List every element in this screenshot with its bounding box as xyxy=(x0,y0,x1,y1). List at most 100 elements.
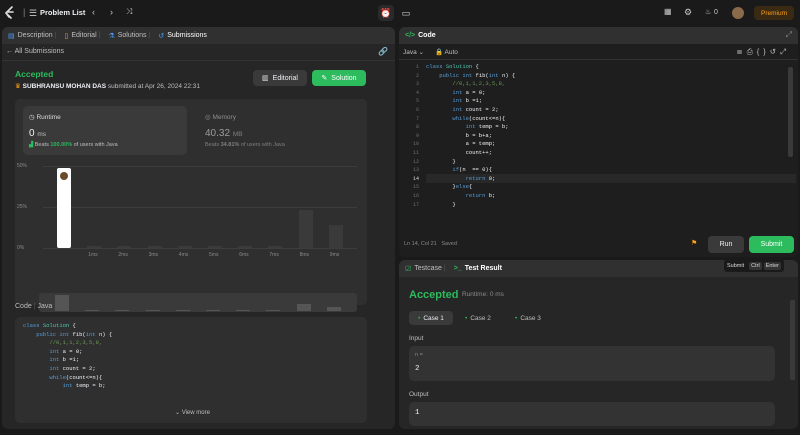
reset-icon[interactable]: ↺ xyxy=(770,47,780,56)
y-tick-label: 50% xyxy=(17,163,28,169)
left-tabs: ▤ Description | ▯ Editorial | ⚗ Solutions | ↺ S… xyxy=(2,27,395,44)
chart-bar[interactable] xyxy=(298,210,313,248)
user-avatar-icon xyxy=(60,171,68,180)
braces-icon[interactable]: {} xyxy=(757,47,770,56)
editorial-icon: ▯ xyxy=(64,32,69,40)
editorial-button[interactable]: ▥ Editorial xyxy=(253,70,307,86)
avatar[interactable] xyxy=(732,7,744,19)
x-tick-label: 8ms xyxy=(299,252,310,258)
back-link[interactable]: ← All Submissions xyxy=(6,48,64,55)
layout-icon[interactable]: ▦ xyxy=(664,7,672,16)
line-number: 2 xyxy=(415,72,419,79)
streak-fire-icon[interactable]: ♨ xyxy=(705,8,711,16)
code-line: }else{ xyxy=(426,183,473,191)
code-line: count++; xyxy=(426,148,493,156)
code-line: int temp = b; xyxy=(465,123,509,131)
case-tab-3[interactable]: • Case 3 xyxy=(511,311,545,325)
format-icon[interactable]: ≣ xyxy=(736,47,746,56)
tab-testcase[interactable]: ☑ Testcase | xyxy=(405,265,448,273)
line-number: 13 xyxy=(412,167,419,174)
submission-status: Accepted xyxy=(15,69,54,79)
chart-bar[interactable] xyxy=(268,246,283,248)
case-tab-2[interactable]: • Case 2 xyxy=(461,311,495,325)
line-number: 6 xyxy=(415,106,419,113)
tab-submissions[interactable]: ↺ Submissions xyxy=(158,32,207,40)
problem-list-link[interactable]: Problem List xyxy=(40,8,85,17)
tab-description[interactable]: ▤ Description | xyxy=(8,32,58,40)
pass-dot-icon: • xyxy=(418,314,421,322)
share-link-icon[interactable]: 🔗 xyxy=(378,47,388,56)
chevron-down-icon: ⌄ xyxy=(175,410,181,416)
list-icon[interactable]: ☰ xyxy=(29,8,37,19)
code-line: int temp = b; xyxy=(62,382,106,390)
gear-icon[interactable]: ⚙ xyxy=(684,7,692,18)
stats-card: ◷ Runtime 0 ms ▟ Beats 100.00% of users … xyxy=(15,99,367,312)
username[interactable]: SUBHRANSU MOHAN DAS xyxy=(23,83,106,90)
code-line: int count = 2; xyxy=(49,364,96,372)
editor-code: class Solution { public int fib(int n) {… xyxy=(426,63,515,209)
description-icon: ▤ xyxy=(8,32,15,40)
leetcode-logo-icon[interactable] xyxy=(4,6,16,20)
runtime-card[interactable]: ◷ Runtime 0 ms ▟ Beats 100.00% of users … xyxy=(23,106,187,155)
chart-bar[interactable] xyxy=(57,167,71,248)
code-line: //0,1,1,2,3,5,8, xyxy=(23,339,103,347)
memory-card[interactable]: ◎ Memory 40.32 MB Beats 34.81% of users … xyxy=(205,106,355,155)
solution-button[interactable]: ✎ Solution xyxy=(312,70,366,86)
runtime-title: ◷ Runtime xyxy=(29,114,61,121)
run-button[interactable]: Run xyxy=(708,236,744,253)
result-status: Accepted xyxy=(409,289,459,301)
language-select[interactable]: Java ⌄ xyxy=(403,48,424,56)
x-tick-label: 4ms xyxy=(178,252,189,258)
code-line: //0,1,1,2,3,5,8, xyxy=(426,80,506,88)
prev-problem-icon[interactable]: ‹ xyxy=(92,7,95,17)
output-label: Output xyxy=(409,391,429,398)
tab-code[interactable]: </> Code xyxy=(405,32,436,39)
lock-icon: 🔒 xyxy=(435,49,444,56)
line-number: 1 xyxy=(415,64,419,70)
result-scrollbar[interactable] xyxy=(790,300,795,380)
chart-bar[interactable] xyxy=(87,246,102,248)
submitted-code-block: class Solution { public int fib(int n) {… xyxy=(15,317,367,423)
premium-button[interactable]: Premium xyxy=(754,6,794,20)
next-problem-icon[interactable]: › xyxy=(110,7,113,17)
expand-icon[interactable]: ⤢ xyxy=(786,30,792,40)
tab-editorial[interactable]: ▯ Editorial | xyxy=(64,32,102,40)
auto-mode[interactable]: 🔒 Auto xyxy=(435,48,458,56)
line-number: 15 xyxy=(412,184,419,191)
timer-icon[interactable]: ⏰ xyxy=(378,5,394,21)
line-number: 14 xyxy=(412,175,419,182)
code-editor[interactable]: class Solution { public int fib(int n) {… xyxy=(426,63,796,213)
pencil-icon: ✎ xyxy=(321,75,328,82)
tab-solutions[interactable]: ⚗ Solutions | xyxy=(108,32,152,40)
code-line: while(count<=n){ xyxy=(49,373,103,381)
code-line: if(n == 0){ xyxy=(452,166,493,174)
line-number: 3 xyxy=(415,81,419,88)
code-line: return 0; xyxy=(465,174,496,182)
view-more-button[interactable]: ⌄ View more xyxy=(175,409,210,416)
code-line: class Solution { xyxy=(426,63,479,70)
bookmark-icon[interactable]: ⎙ xyxy=(747,47,757,56)
fullscreen-icon[interactable]: ⤢ xyxy=(780,47,790,56)
chart-bar[interactable] xyxy=(147,246,162,248)
line-number: 17 xyxy=(412,201,419,208)
submit-button[interactable]: Submit xyxy=(749,236,794,253)
chart-bar[interactable] xyxy=(117,246,132,248)
chart-bar[interactable] xyxy=(177,246,192,248)
code-line: int a = 0; xyxy=(49,347,83,355)
divider xyxy=(2,60,395,61)
input-box: n = 2 xyxy=(409,346,775,381)
chart-bar[interactable] xyxy=(238,246,253,248)
line-number: 7 xyxy=(415,115,419,122)
mini-bar xyxy=(326,306,341,311)
arrow-left-icon: ← xyxy=(6,48,13,55)
code-line: int count = 2; xyxy=(452,105,499,113)
mini-bar xyxy=(55,295,69,311)
chart-bar[interactable] xyxy=(328,225,343,248)
case-tab-1[interactable]: • Case 1 xyxy=(409,311,453,325)
debugger-icon[interactable]: ⚑ xyxy=(691,239,697,247)
editor-scrollbar[interactable] xyxy=(788,67,793,157)
tab-test-result[interactable]: >_ Test Result xyxy=(454,265,502,272)
shuffle-icon[interactable]: ⤨ xyxy=(126,7,132,17)
chart-bar[interactable] xyxy=(208,246,222,248)
notes-icon[interactable]: ▭ xyxy=(398,5,414,21)
